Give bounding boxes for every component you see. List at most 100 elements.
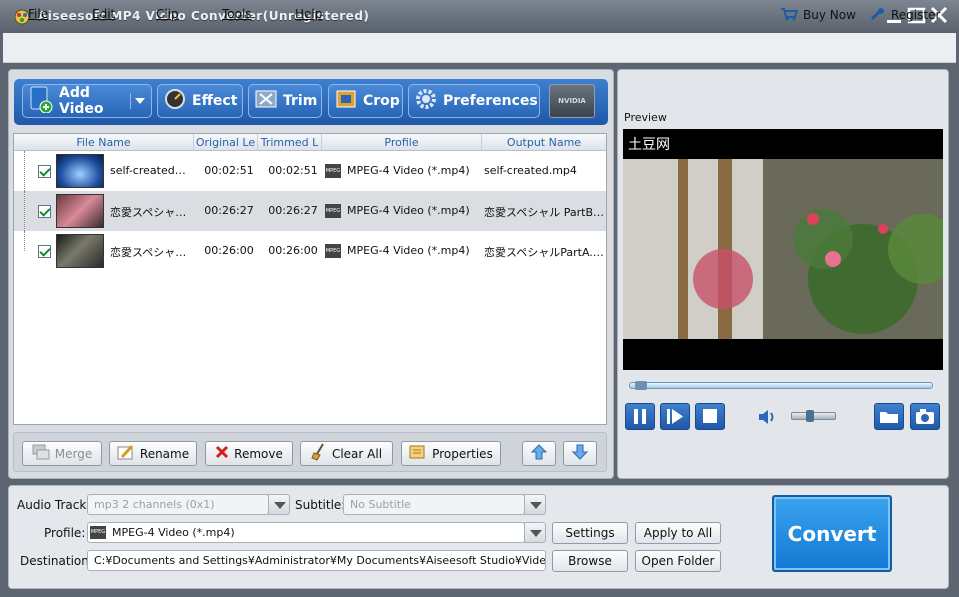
menu-clip[interactable]: Clip [156,7,179,21]
camera-icon [911,409,939,432]
move-up-button[interactable] [522,441,556,466]
preview-video[interactable] [623,129,943,370]
buy-now-link[interactable]: Buy Now [780,6,856,24]
effect-label: Effect [192,93,238,109]
mpeg-profile-icon: MPEG [325,244,341,258]
merge-button[interactable]: Merge [22,441,102,466]
profile-select[interactable]: MPEG-4 Video (*.mp4) [87,522,525,543]
destination-label: Destination: [20,554,93,568]
rename-button[interactable]: Rename [109,441,197,466]
remove-button[interactable]: Remove [205,441,293,466]
audio-track-select[interactable]: mp3 2 channels (0x1) [87,494,269,515]
file-row[interactable]: 恋愛スペシャ… 00:26:27 00:26:27 MPEG MPEG-4 Vi… [14,191,606,231]
apply-to-all-button[interactable]: Apply to All [635,522,721,544]
file-list-header: File Name Original Le Trimmed L Profile … [14,134,606,151]
register-link[interactable]: Register [870,6,940,24]
volume-icon[interactable] [757,408,777,426]
add-video-icon [29,85,53,117]
buy-now-label: Buy Now [803,8,856,22]
video-thumbnail [56,234,104,268]
subtitle-select[interactable]: No Subtitle [343,494,525,515]
properties-button[interactable]: Properties [401,441,501,466]
trimmed-length: 00:26:00 [268,244,318,257]
profile-name[interactable]: MPEG-4 Video (*.mp4) [347,204,477,217]
original-length: 00:26:00 [204,244,254,257]
row-checkbox[interactable] [38,165,51,178]
open-folder-button[interactable]: Open Folder [635,550,721,572]
column-file-name[interactable]: File Name [14,134,194,151]
effect-button[interactable]: Effect [157,84,243,118]
open-output-folder-button[interactable] [874,403,904,430]
menu-file[interactable]: File [28,7,48,21]
file-name: 恋愛スペシャ… [110,206,187,219]
seek-handle[interactable] [634,381,647,390]
move-down-button[interactable] [563,441,597,466]
row-checkbox[interactable] [38,205,51,218]
profile-name[interactable]: MPEG-4 Video (*.mp4) [347,164,477,177]
clear-all-label: Clear All [331,446,383,461]
output-name[interactable]: 恋愛スペシャル PartB.… [484,204,604,220]
arrow-down-icon [571,443,589,464]
column-profile[interactable]: Profile [322,134,482,151]
merge-label: Merge [54,446,93,461]
menu-tools[interactable]: Tools [222,7,252,21]
add-video-button[interactable]: Add Video [22,84,152,118]
snapshot-button[interactable] [910,403,940,430]
audio-track-dropdown-button[interactable] [268,494,290,515]
properties-label: Properties [432,446,493,461]
audio-track-label: Audio Track: [17,498,91,512]
tree-line [24,231,25,251]
menu-help[interactable]: Help [295,7,322,21]
arrow-up-icon [530,443,548,464]
column-trimmed-length[interactable]: Trimmed L [258,134,322,151]
mpeg-profile-icon: MPEG [90,526,106,539]
crop-label: Crop [363,93,400,109]
destination-input[interactable]: C:¥Documents and Settings¥Administrator¥… [87,550,546,571]
subtitle-label: Subtitle: [295,498,346,512]
play-button[interactable] [660,403,690,430]
mpeg-profile-icon: MPEG [325,204,341,218]
chevron-down-icon[interactable] [130,93,145,109]
clear-all-button[interactable]: Clear All [300,441,393,466]
menu-bar [3,33,956,63]
settings-button[interactable]: Settings [552,522,628,544]
row-checkbox[interactable] [38,245,51,258]
preview-label: Preview [624,111,667,124]
preview-frame [623,129,943,370]
nvidia-cuda-badge[interactable]: NVIDIA [549,84,595,118]
stop-icon [696,409,724,432]
crop-button[interactable]: Crop [328,84,403,118]
volume-handle[interactable] [805,410,814,422]
output-name[interactable]: 恋愛スペシャルPartA.… [484,244,604,260]
original-length: 00:02:51 [204,164,254,177]
output-name[interactable]: self-created.mp4 [484,164,604,177]
rename-icon [117,444,135,463]
trimmed-length: 00:26:27 [268,204,318,217]
effect-icon [164,88,186,114]
register-label: Register [891,8,941,22]
browse-button[interactable]: Browse [552,550,628,572]
preferences-button[interactable]: Preferences [408,84,540,118]
column-original-length[interactable]: Original Le [194,134,258,151]
file-row[interactable]: 恋愛スペシャ… 00:26:00 00:26:00 MPEG MPEG-4 Vi… [14,231,606,271]
shopping-cart-icon [780,7,799,24]
convert-button[interactable]: Convert [772,495,892,572]
tree-line [24,151,25,191]
file-row[interactable]: self-created… 00:02:51 00:02:51 MPEG MPE… [14,151,606,191]
pause-button[interactable] [625,403,655,430]
broom-icon [311,443,327,464]
trim-button[interactable]: Trim [248,84,322,118]
tree-line [24,191,25,231]
column-output-name[interactable]: Output Name [482,134,606,151]
file-name: self-created… [110,164,186,177]
subtitle-dropdown-button[interactable] [524,494,546,515]
step-forward-icon [661,409,689,432]
menu-edit[interactable]: Edit [92,7,115,21]
seek-bar[interactable] [629,382,933,389]
profile-dropdown-button[interactable] [524,522,546,543]
video-watermark: 土豆网 [628,137,670,153]
stop-button[interactable] [695,403,725,430]
crop-icon [335,89,357,113]
profile-name[interactable]: MPEG-4 Video (*.mp4) [347,244,477,257]
trim-label: Trim [283,93,318,109]
